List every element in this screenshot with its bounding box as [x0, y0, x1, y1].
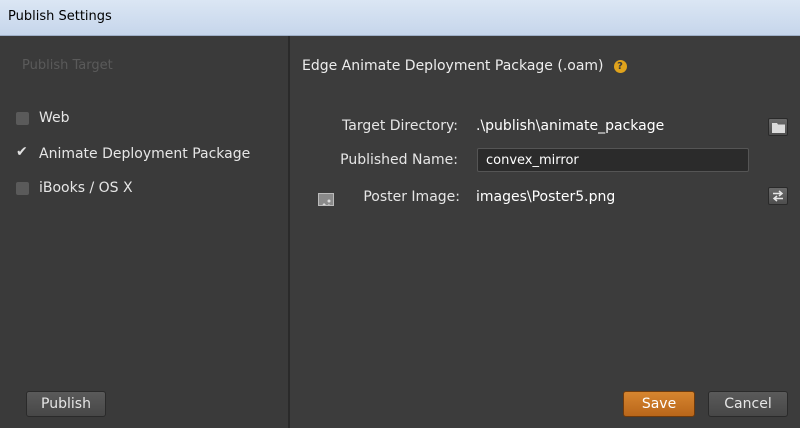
settings-panel: Edge Animate Deployment Package (.oam) ?… [290, 36, 800, 428]
folder-icon [771, 122, 785, 133]
sidebar-heading: Publish Target [22, 58, 113, 73]
animate-deployment-package-checkbox[interactable] [16, 144, 29, 161]
package-title: Edge Animate Deployment Package (.oam) ? [302, 58, 627, 74]
target-item-web[interactable]: Web [16, 108, 70, 128]
help-icon[interactable]: ? [613, 59, 627, 73]
target-directory-value: .\publish\animate_package [476, 118, 665, 134]
save-button[interactable]: Save [623, 391, 695, 417]
published-name-label: Published Name: [340, 152, 458, 168]
package-title-text: Edge Animate Deployment Package (.oam) [302, 58, 604, 74]
target-item-ibooks-osx[interactable]: iBooks / OS X [16, 178, 133, 198]
title-bar: Publish Settings [0, 0, 800, 36]
target-item-label: Web [39, 110, 70, 126]
swap-icon [772, 190, 784, 202]
publish-button[interactable]: Publish [26, 391, 106, 417]
poster-image-value: images\Poster5.png [476, 189, 616, 205]
cancel-button[interactable]: Cancel [708, 391, 788, 417]
target-item-label: iBooks / OS X [39, 180, 133, 196]
target-item-label: Animate Deployment Package [39, 146, 251, 162]
poster-image-label: Poster Image: [363, 189, 460, 205]
window-title: Publish Settings [8, 9, 112, 24]
poster-image-swap-button[interactable] [768, 187, 788, 205]
ibooks-osx-checkbox[interactable] [16, 181, 29, 195]
target-directory-label: Target Directory: [342, 118, 458, 134]
publish-target-sidebar: Publish Target Web Animate Deployment Pa… [0, 36, 290, 428]
image-icon [318, 193, 334, 206]
published-name-input[interactable] [477, 148, 749, 172]
browse-folder-button[interactable] [768, 118, 788, 136]
web-checkbox[interactable] [16, 111, 29, 125]
target-item-animate-deployment-package[interactable]: Animate Deployment Package [16, 144, 250, 164]
